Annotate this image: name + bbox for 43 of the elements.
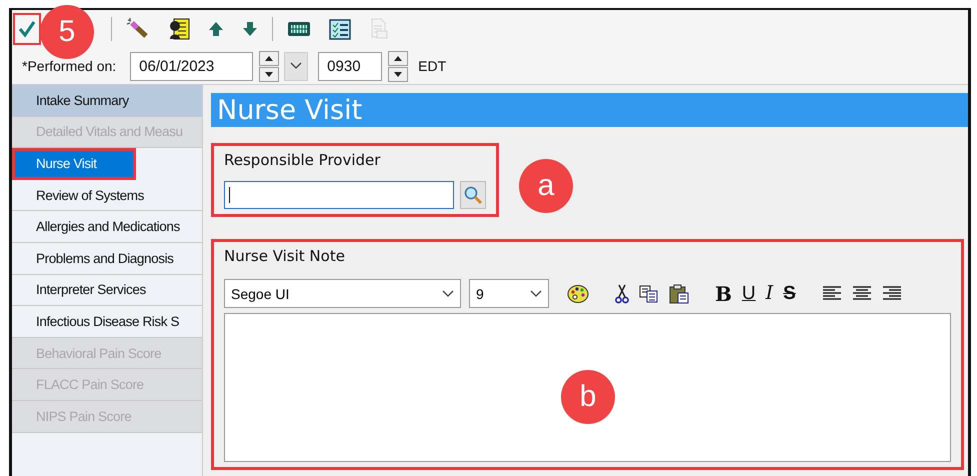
checklist-icon [329, 18, 351, 40]
time-field[interactable]: 0930 [318, 52, 382, 80]
timezone-label: EDT [418, 58, 446, 74]
underline-button[interactable]: U [742, 282, 756, 306]
italic-button[interactable]: I [766, 282, 774, 306]
align-left-icon [822, 284, 842, 302]
keyboard-icon [287, 20, 311, 38]
field-label: Nurse Visit Note [224, 247, 346, 265]
chevron-down-icon [290, 62, 302, 70]
note-editor[interactable] [224, 313, 951, 462]
time-spinner[interactable] [388, 50, 408, 82]
date-dropdown-button[interactable] [284, 52, 308, 80]
document-icon [369, 18, 389, 40]
palette-icon [567, 284, 589, 304]
chevron-down-icon [530, 290, 542, 298]
page-title: Nurse Visit [211, 93, 968, 127]
copy-icon [639, 284, 659, 304]
clipboard-icon [669, 284, 689, 304]
field-label: Responsible Provider [224, 151, 382, 169]
sidebar-item[interactable]: Interpreter Services [12, 274, 202, 306]
chevron-down-icon [442, 290, 454, 298]
arrow-down-icon [242, 21, 258, 37]
save-button[interactable] [13, 13, 41, 45]
bold-button[interactable]: B [715, 282, 732, 306]
sidebar-item[interactable]: Nurse Visit [12, 148, 136, 180]
align-right-icon [882, 284, 902, 302]
search-button[interactable] [460, 181, 486, 209]
performed-label: *Performed on: [22, 58, 116, 74]
align-center-icon [852, 284, 872, 302]
strike-button[interactable]: S [783, 282, 796, 306]
sidebar-item[interactable]: Intake Summary [12, 85, 202, 117]
search-icon [463, 185, 483, 205]
scissors-icon [615, 284, 629, 304]
size-dropdown[interactable]: 9 [469, 279, 549, 308]
check-icon [17, 19, 37, 39]
date-spinner[interactable] [259, 50, 280, 82]
font-dropdown[interactable]: Segoe UI [224, 279, 461, 308]
date-field[interactable]: 06/01/2023 [130, 52, 254, 80]
paste-button[interactable] [669, 282, 689, 306]
arrow-up-icon [208, 21, 224, 37]
wand-icon [126, 18, 150, 40]
person-icon [168, 18, 190, 40]
provider-field[interactable] [224, 181, 454, 209]
